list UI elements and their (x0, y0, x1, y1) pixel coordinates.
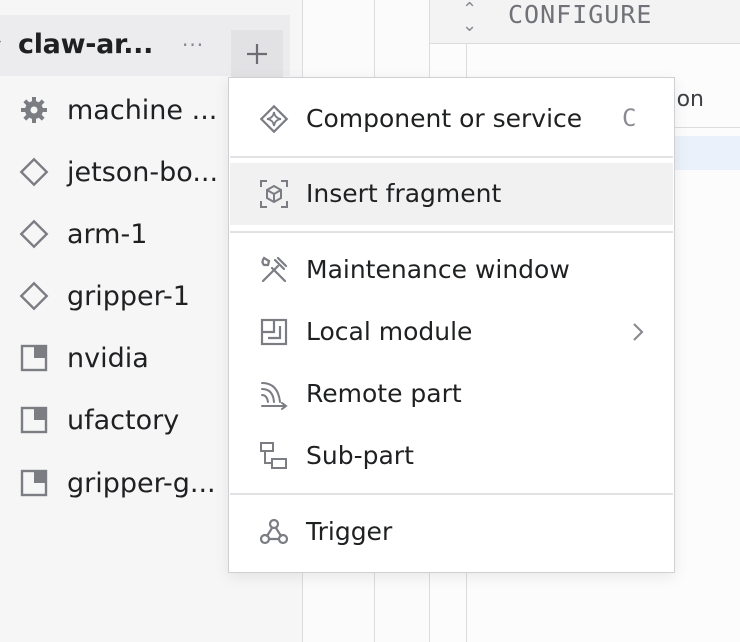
menu-item-insert-fragment[interactable]: Insert fragment (230, 163, 673, 225)
collapse-caret-icon[interactable]: ▾ (0, 36, 4, 52)
tree-item-label: machine ... (67, 95, 218, 126)
component-sparkle-icon (258, 103, 290, 135)
configure-header: ⌃ ⌄ CONFIGURE (430, 0, 740, 44)
menu-item-sub-part[interactable]: Sub-part (230, 425, 673, 487)
more-options-button[interactable]: ··· (182, 33, 204, 57)
menu-item-label: Maintenance window (306, 255, 570, 284)
component-diamond-icon (18, 156, 50, 188)
menu-divider (230, 156, 673, 158)
menu-item-trigger[interactable]: Trigger (230, 501, 673, 563)
tree-item-label: gripper-g... (67, 468, 216, 499)
menu-item-maintenance-window[interactable]: Maintenance window (230, 239, 673, 301)
sub-part-icon (258, 440, 290, 472)
menu-divider (230, 493, 673, 495)
tree-item-label: gripper-1 (67, 281, 190, 312)
webhook-icon (258, 516, 290, 548)
menu-item-label: Local module (306, 317, 473, 346)
tree-item-label: jetson-bo... (67, 157, 219, 188)
module-icon (18, 404, 50, 436)
menu-item-label: Sub-part (306, 441, 414, 470)
tree-item-label: ufactory (67, 405, 180, 436)
shortcut-hint: C (622, 104, 637, 132)
menu-item-component-or-service[interactable]: Component or service C (230, 88, 673, 150)
machine-title[interactable]: claw-ar... (18, 29, 153, 60)
menu-item-remote-part[interactable]: Remote part (230, 363, 673, 425)
tools-icon (258, 254, 290, 286)
menu-item-label: Remote part (306, 379, 462, 408)
gear-icon (18, 94, 50, 126)
chevron-right-icon (633, 323, 644, 341)
plus-icon (247, 44, 267, 64)
menu-item-label: Component or service (306, 104, 583, 133)
add-resource-menu: Component or service C Insert fragment M… (228, 77, 675, 573)
menu-item-local-module[interactable]: Local module (230, 301, 673, 363)
configure-title: CONFIGURE (508, 0, 653, 29)
tree-item-label: nvidia (67, 343, 149, 374)
module-icon (18, 467, 50, 499)
menu-item-label: Trigger (306, 517, 393, 546)
collapse-icon[interactable]: ⌃ ⌄ (462, 1, 477, 35)
component-diamond-icon (18, 280, 50, 312)
tree-header: ▾ claw-ar... ··· (0, 15, 290, 78)
menu-divider (230, 231, 673, 233)
menu-item-label: Insert fragment (306, 179, 502, 208)
tree-item-label: arm-1 (67, 219, 148, 250)
remote-signal-icon (258, 378, 290, 410)
module-icon (258, 316, 290, 348)
config-row-text: on (676, 87, 704, 112)
module-icon (18, 342, 50, 374)
add-resource-button[interactable] (231, 30, 283, 78)
component-diamond-icon (18, 218, 50, 250)
fragment-cube-icon (258, 178, 290, 210)
